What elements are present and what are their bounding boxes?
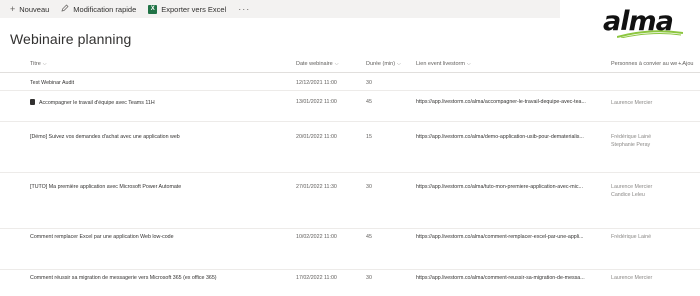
row-person: Laurence Mercier	[611, 100, 653, 106]
row-title[interactable]: [TUTO] Ma première application avec Micr…	[30, 184, 285, 190]
row-title[interactable]: Comment réussir sa migration de messager…	[30, 275, 285, 281]
row-date: 27/01/2022 11:30	[296, 184, 337, 190]
row-title[interactable]: Comment remplacer Excel par une applicat…	[30, 234, 285, 240]
chevron-down-icon: ⌵	[397, 61, 401, 67]
row-title-container[interactable]: Accompagner le travail d'équipe avec Tea…	[30, 99, 285, 106]
row-link[interactable]: https://app.livestorm.co/alma/accompagne…	[416, 99, 602, 105]
quick-edit-label: Modification rapide	[73, 4, 137, 14]
plus-icon: +	[10, 3, 16, 14]
row-person: Frédérique Lainé	[611, 134, 652, 140]
column-header-link[interactable]: Lien event livestorm ⌵	[416, 61, 471, 67]
new-label: Nouveau	[19, 4, 50, 14]
table-row[interactable]: [TUTO] Ma première application avec Micr…	[0, 174, 700, 229]
row-date: 10/02/2022 11:00	[296, 234, 337, 240]
command-bar: + Nouveau Modification rapide X Exporter…	[0, 0, 560, 18]
file-icon	[30, 99, 35, 105]
row-date: 17/02/2022 11:00	[296, 275, 337, 281]
row-title[interactable]: Test Webinar Audit	[30, 80, 285, 86]
column-header-title[interactable]: Titre ⌵	[30, 61, 47, 67]
column-header-persons-label: Personnes à convier au we	[611, 61, 678, 67]
table-row[interactable]: Comment remplacer Excel par une applicat…	[0, 230, 700, 270]
row-date: 20/01/2022 11:00	[296, 134, 337, 140]
page-title: Webinaire planning	[10, 31, 132, 47]
logo-swoosh	[617, 30, 683, 38]
alma-logo: alma	[603, 6, 691, 46]
row-duration: 30	[366, 80, 372, 86]
column-header-duration-label: Durée (min)	[366, 61, 396, 67]
row-link[interactable]: https://app.livestorm.co/alma/tuto-mon-p…	[416, 184, 602, 190]
add-column-label: + Ajou	[678, 61, 694, 67]
column-header-persons[interactable]: Personnes à convier au we ⌵	[611, 61, 683, 67]
row-link[interactable]: https://app.livestorm.co/alma/comment-re…	[416, 234, 602, 240]
row-link[interactable]: https://app.livestorm.co/alma/comment-re…	[416, 275, 602, 281]
row-person: Stephanie Peray	[611, 142, 651, 148]
quick-edit-button[interactable]: Modification rapide	[61, 4, 136, 14]
row-duration: 30	[366, 275, 372, 281]
table-row[interactable]: Comment réussir sa migration de messager…	[0, 271, 700, 296]
row-person: Laurence Mercier	[611, 184, 653, 190]
pencil-icon	[61, 4, 69, 14]
row-date: 12/12/2021 11:00	[296, 80, 337, 86]
excel-icon: X	[148, 4, 158, 14]
row-duration: 45	[366, 234, 372, 240]
row-duration: 15	[366, 134, 372, 140]
chevron-down-icon: ⌵	[334, 61, 339, 67]
row-link[interactable]: https://app.livestorm.co/alma/demo-appli…	[416, 134, 602, 140]
export-excel-button[interactable]: X Exporter vers Excel	[148, 4, 227, 14]
table-row[interactable]: [Démo] Suivez vos demandes d'achat avec …	[0, 123, 700, 173]
export-label: Exporter vers Excel	[161, 4, 227, 14]
new-button[interactable]: + Nouveau	[10, 3, 50, 14]
row-person: Frédérique Lainé	[611, 234, 652, 240]
row-person: Candice Leleu	[611, 192, 645, 198]
column-header-date-label: Date webinaire	[296, 61, 333, 67]
column-header-title-label: Titre	[30, 61, 41, 67]
more-button[interactable]: ···	[238, 4, 250, 14]
row-title[interactable]: [Démo] Suivez vos demandes d'achat avec …	[30, 134, 285, 140]
column-header-duration[interactable]: Durée (min) ⌵	[366, 61, 401, 67]
chevron-down-icon: ⌵	[466, 61, 471, 67]
column-header-date[interactable]: Date webinaire ⌵	[296, 61, 338, 67]
chevron-down-icon: ⌵	[42, 61, 47, 67]
row-date: 13/01/2022 11:00	[296, 99, 337, 105]
more-icon: ···	[238, 4, 251, 14]
row-person: Laurence Mercier	[611, 275, 653, 281]
row-duration: 30	[366, 184, 372, 190]
add-column-button[interactable]: + Ajou	[678, 61, 693, 67]
table-row[interactable]: Test Webinar Audit 12/12/2021 11:00 30	[0, 74, 700, 91]
list-header: Titre ⌵ Date webinaire ⌵ Durée (min) ⌵ Lien…	[0, 57, 700, 73]
row-title: Accompagner le travail d'équipe avec Tea…	[39, 100, 155, 106]
table-row[interactable]: Accompagner le travail d'équipe avec Tea…	[0, 92, 700, 122]
column-header-link-label: Lien event livestorm	[416, 61, 465, 67]
row-duration: 45	[366, 99, 372, 105]
